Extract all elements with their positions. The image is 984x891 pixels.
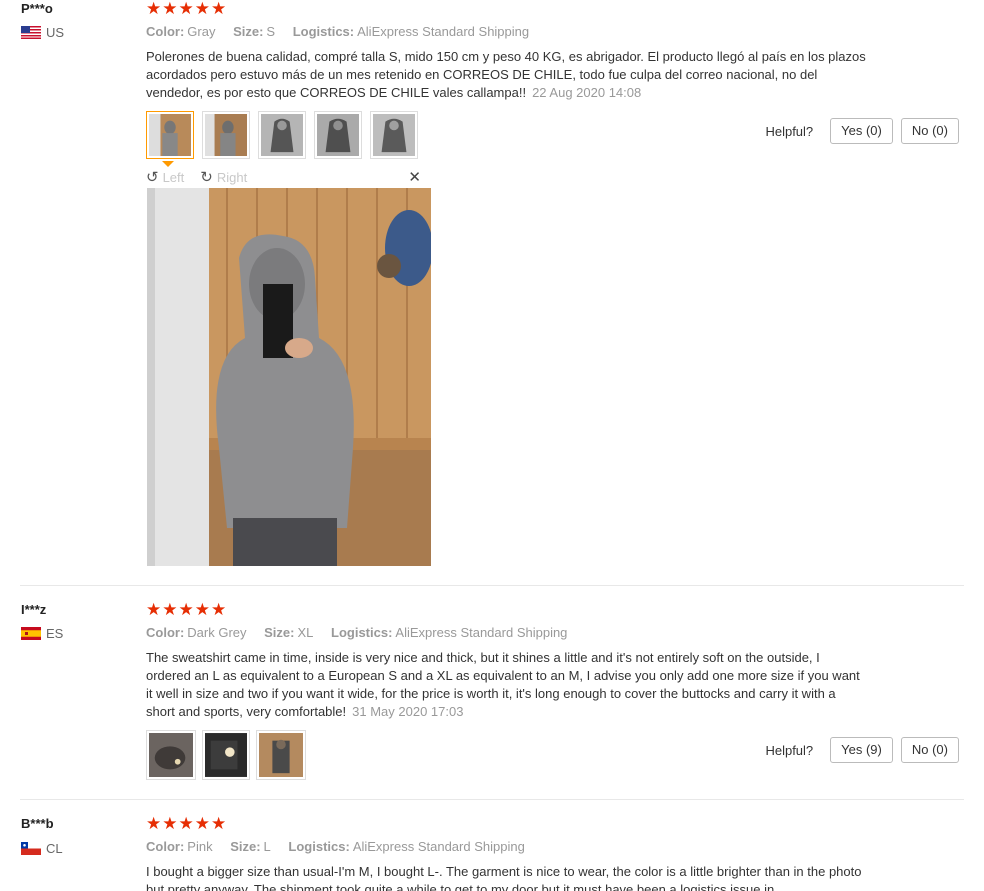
star-rating: ★★★★★ — [146, 814, 228, 833]
hoodie-photo-icon — [317, 114, 359, 156]
star-rating: ★★★★★ — [146, 600, 228, 619]
reviewer-country: ES — [21, 626, 63, 641]
reviewer-name: B***b — [21, 816, 54, 831]
reviewer-name: P***o — [21, 1, 53, 16]
review-photo-thumb[interactable] — [202, 111, 250, 159]
helpful-yes-button[interactable]: Yes (9) — [830, 737, 893, 763]
us-flag-icon — [21, 26, 41, 39]
review-divider — [20, 585, 964, 586]
logistics-value: AliExpress Standard Shipping — [357, 24, 530, 39]
hoodie-photo-icon — [259, 733, 303, 777]
logistics-value: AliExpress Standard Shipping — [395, 625, 568, 640]
reviewer-country: US — [21, 25, 64, 40]
review-attributes: Color: Gray Size: S Logistics: AliExpress S… — [146, 24, 530, 39]
review-photo-thumb[interactable] — [202, 730, 250, 780]
color-value: Pink — [187, 839, 213, 854]
size-value: S — [266, 24, 276, 39]
size-value: XL — [297, 625, 314, 640]
hoodie-photo-icon — [205, 114, 247, 156]
hoodie-photo-icon — [373, 114, 415, 156]
es-flag-icon — [21, 627, 41, 640]
review-photo-thumb[interactable] — [258, 111, 306, 159]
review-photos — [146, 111, 418, 159]
close-icon[interactable]: ✕ — [408, 168, 421, 186]
color-value: Dark Grey — [187, 625, 247, 640]
review-photo-thumb[interactable] — [146, 730, 196, 780]
cl-flag-icon — [21, 842, 41, 855]
review-attributes: Color: Dark Grey Size: XL Logistics: AliExp… — [146, 625, 568, 640]
review-text: I bought a bigger size than usual-I'm M,… — [146, 864, 862, 891]
rotate-left-button[interactable]: Left — [163, 170, 185, 185]
review-photo-thumb[interactable] — [146, 111, 194, 159]
hoodie-photo-icon — [149, 114, 191, 156]
review-photo-thumb[interactable] — [314, 111, 362, 159]
hoodie-photo-icon — [205, 733, 247, 777]
helpful-label: Helpful? — [765, 123, 814, 139]
size-value: L — [263, 839, 271, 854]
logistics-value: AliExpress Standard Shipping — [352, 839, 525, 854]
review-date: 22 Aug 2020 14:08 — [532, 85, 642, 100]
enlarged-review-photo — [147, 188, 431, 566]
helpful-vote: Helpful? Yes (0) No (0) — [765, 118, 959, 144]
reviewer-name: I***z — [21, 602, 47, 617]
hoodie-photo-icon — [261, 114, 303, 156]
rotate-right-icon[interactable]: ↻ — [200, 168, 213, 186]
rotate-right-button[interactable]: Right — [217, 170, 247, 185]
helpful-label: Helpful? — [765, 742, 814, 758]
star-rating: ★★★★★ — [146, 0, 228, 18]
helpful-no-button[interactable]: No (0) — [900, 118, 959, 144]
review-photo-thumb[interactable] — [370, 111, 418, 159]
reviewer-country: CL — [21, 841, 63, 856]
color-value: Gray — [187, 24, 216, 39]
photo-viewer-toolbar: ↺ Left ↻ Right ✕ — [146, 167, 431, 187]
hoodie-photo-icon — [149, 733, 193, 777]
helpful-yes-button[interactable]: Yes (0) — [830, 118, 893, 144]
helpful-vote: Helpful? Yes (9) No (0) — [765, 737, 959, 763]
review-date: 31 May 2020 17:03 — [352, 704, 464, 719]
review-photos — [146, 730, 306, 780]
review-photo-thumb[interactable] — [256, 730, 306, 780]
rotate-left-icon[interactable]: ↺ — [146, 168, 159, 186]
review-attributes: Color: Pink Size: L Logistics: AliExpress S… — [146, 839, 525, 854]
helpful-no-button[interactable]: No (0) — [900, 737, 959, 763]
review-text: Polerones de buena calidad, compré talla… — [146, 49, 866, 100]
review-divider — [20, 799, 964, 800]
review-text: The sweatshirt came in time, inside is v… — [146, 650, 860, 719]
